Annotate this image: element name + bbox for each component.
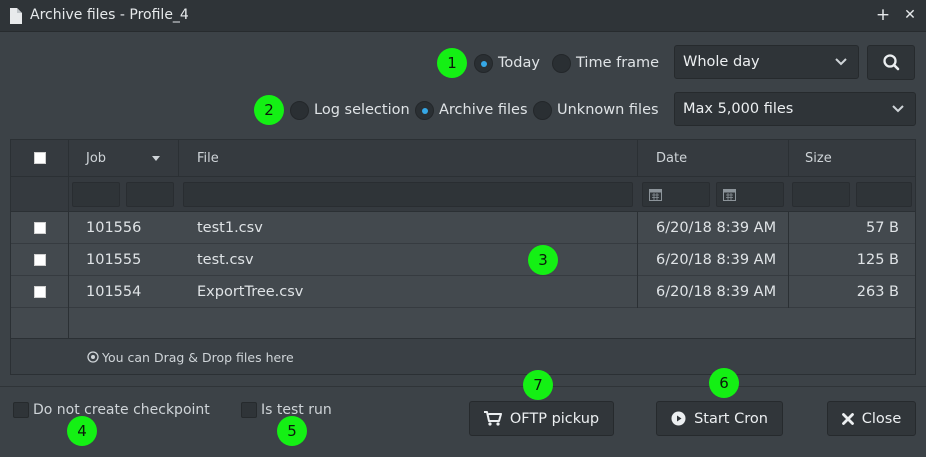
size-cell: 263 B bbox=[856, 284, 899, 300]
radio-today[interactable]: Today bbox=[474, 52, 540, 74]
date-cell: 6/20/18 8:39 AM bbox=[656, 220, 777, 236]
job-cell: 101556 bbox=[86, 220, 142, 236]
radio-unknown-files-dot bbox=[533, 100, 552, 120]
select-all-cell bbox=[11, 140, 69, 176]
no-checkpoint-box bbox=[13, 402, 29, 418]
job-to-filter[interactable] bbox=[126, 182, 174, 207]
no-checkpoint-label: Do not create checkpoint bbox=[33, 402, 210, 418]
radio-time-frame-label: Time frame bbox=[576, 55, 660, 71]
row-checkbox[interactable] bbox=[34, 222, 46, 234]
close-window-icon[interactable]: ✕ bbox=[900, 5, 920, 25]
day-range-value: Whole day bbox=[683, 54, 760, 70]
radio-archive-files-label: Archive files bbox=[439, 102, 528, 118]
oftp-pickup-button[interactable]: OFTP pickup bbox=[469, 401, 614, 436]
radio-log-selection-label: Log selection bbox=[314, 102, 410, 118]
date-to-filter[interactable] bbox=[716, 182, 784, 207]
search-icon bbox=[883, 54, 900, 71]
size-column-header[interactable]: Size bbox=[789, 140, 915, 176]
column-divider bbox=[788, 212, 789, 308]
radio-time-frame-dot bbox=[552, 53, 571, 73]
table-row[interactable]: 101555 test.csv 6/20/18 8:39 AM 125 B bbox=[11, 244, 915, 276]
badge-3: 3 bbox=[528, 245, 558, 275]
close-label: Close bbox=[861, 410, 902, 427]
calendar-icon bbox=[649, 189, 662, 201]
drag-drop-hint: You can Drag & Drop files here bbox=[102, 350, 294, 365]
calendar-icon bbox=[723, 189, 736, 201]
search-button[interactable] bbox=[867, 45, 915, 80]
file-header-label: File bbox=[197, 151, 219, 166]
file-column-header[interactable]: File bbox=[179, 140, 638, 176]
drop-zone[interactable]: You can Drag & Drop files here bbox=[11, 338, 915, 374]
date-header-label: Date bbox=[656, 151, 688, 166]
row-checkbox[interactable] bbox=[34, 254, 46, 266]
size-cell: 125 B bbox=[856, 252, 899, 268]
size-to-filter[interactable] bbox=[856, 182, 912, 207]
add-icon[interactable]: + bbox=[873, 5, 893, 25]
close-button[interactable]: Close bbox=[827, 401, 916, 436]
badge-4: 4 bbox=[67, 416, 97, 446]
radio-log-selection[interactable]: Log selection bbox=[290, 99, 410, 121]
max-files-select[interactable]: Max 5,000 files bbox=[674, 92, 916, 126]
file-cell: test.csv bbox=[197, 252, 254, 268]
file-cell: ExportTree.csv bbox=[197, 284, 304, 300]
radio-archive-files[interactable]: Archive files bbox=[415, 99, 528, 121]
start-cron-label: Start Cron bbox=[694, 410, 768, 427]
chevron-down-icon bbox=[835, 58, 847, 66]
filter-row bbox=[11, 177, 915, 212]
file-cell: test1.csv bbox=[197, 220, 263, 236]
badge-5: 5 bbox=[277, 416, 307, 446]
grid-header: Job File Date Size bbox=[11, 140, 915, 177]
job-column-header[interactable]: Job bbox=[69, 140, 179, 176]
date-cell: 6/20/18 8:39 AM bbox=[656, 252, 777, 268]
sort-down-icon bbox=[152, 156, 160, 161]
table-row[interactable]: 101554 ExportTree.csv 6/20/18 8:39 AM 26… bbox=[11, 276, 915, 308]
job-cell: 101555 bbox=[86, 252, 142, 268]
document-icon bbox=[10, 8, 22, 24]
filter-spacer bbox=[11, 177, 69, 211]
job-from-filter[interactable] bbox=[72, 182, 120, 207]
chevron-down-icon bbox=[892, 105, 904, 113]
row-checkbox[interactable] bbox=[34, 286, 46, 298]
badge-1: 1 bbox=[437, 48, 467, 78]
badge-7: 7 bbox=[523, 370, 553, 400]
date-column-header[interactable]: Date bbox=[638, 140, 789, 176]
radio-unknown-files[interactable]: Unknown files bbox=[533, 99, 659, 121]
window-title: Archive files - Profile_4 bbox=[30, 7, 189, 23]
radio-log-selection-dot bbox=[290, 100, 309, 120]
job-cell: 101554 bbox=[86, 284, 142, 300]
size-from-filter[interactable] bbox=[792, 182, 850, 207]
radio-today-dot bbox=[474, 53, 493, 73]
size-cell: 57 B bbox=[865, 220, 899, 236]
test-run-label: Is test run bbox=[261, 402, 332, 418]
radio-today-label: Today bbox=[498, 55, 540, 71]
play-circle-icon bbox=[671, 411, 686, 426]
title-bar: Archive files - Profile_4 + ✕ bbox=[0, 0, 926, 32]
radio-time-frame[interactable]: Time frame bbox=[552, 52, 659, 74]
size-header-label: Size bbox=[805, 151, 832, 166]
table-row[interactable]: 101556 test1.csv 6/20/18 8:39 AM 57 B bbox=[11, 212, 915, 244]
cart-icon bbox=[483, 411, 502, 426]
select-all-checkbox[interactable] bbox=[34, 152, 46, 164]
date-cell: 6/20/18 8:39 AM bbox=[656, 284, 777, 300]
footer-separator bbox=[0, 386, 926, 387]
badge-6: 6 bbox=[709, 368, 739, 398]
date-from-filter[interactable] bbox=[642, 182, 710, 207]
column-divider bbox=[637, 212, 638, 308]
job-header-label: Job bbox=[86, 151, 107, 166]
radio-unknown-files-label: Unknown files bbox=[557, 102, 659, 118]
day-range-select[interactable]: Whole day bbox=[674, 45, 859, 79]
close-icon bbox=[841, 412, 854, 425]
test-run-checkbox[interactable]: Is test run bbox=[241, 402, 332, 418]
files-grid: Job File Date Size 101556 test1.csv 6/20… bbox=[10, 139, 916, 375]
oftp-pickup-label: OFTP pickup bbox=[509, 410, 600, 427]
start-cron-button[interactable]: Start Cron bbox=[656, 401, 783, 436]
max-files-value: Max 5,000 files bbox=[683, 101, 794, 117]
test-run-box bbox=[241, 402, 257, 418]
file-filter[interactable] bbox=[183, 182, 633, 207]
no-checkpoint-checkbox[interactable]: Do not create checkpoint bbox=[13, 402, 210, 418]
radio-archive-files-dot bbox=[415, 100, 434, 120]
badge-2: 2 bbox=[254, 95, 284, 125]
info-circle-icon bbox=[87, 351, 99, 363]
